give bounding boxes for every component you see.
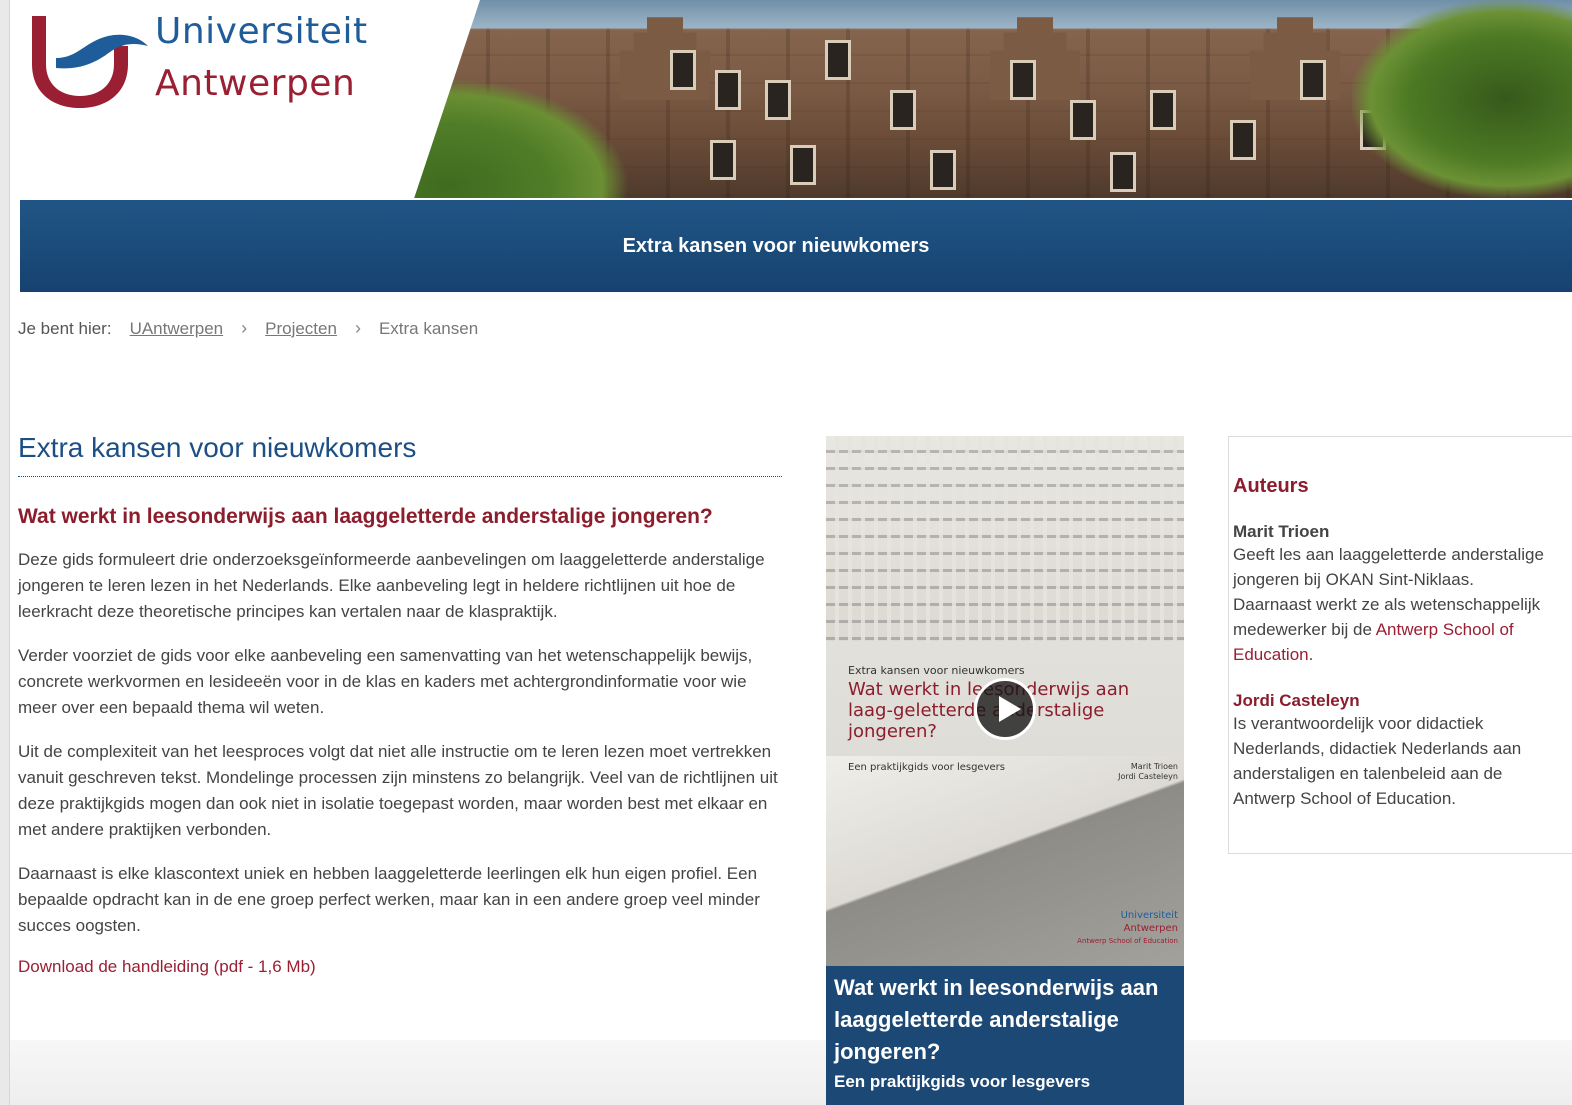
page-banner: Extra kansen voor nieuwkomers: [20, 200, 1572, 292]
window: [765, 80, 791, 120]
uantwerpen-logo-icon: [32, 16, 148, 108]
breadcrumb-separator-icon: ›: [241, 318, 248, 338]
window: [1300, 60, 1326, 100]
window-edge: [0, 0, 10, 1105]
video-caption[interactable]: Wat werkt in leesonderwijs aan laaggelet…: [834, 972, 1178, 1094]
main-content: Extra kansen voor nieuwkomers Wat werkt …: [18, 432, 782, 977]
building-gable: [1250, 17, 1340, 100]
window: [890, 90, 916, 130]
window: [1010, 60, 1036, 100]
cover-logo-line-2: Antwerpen: [1123, 923, 1178, 934]
antwerp-school-link[interactable]: Antwerp School of: [1376, 620, 1514, 639]
breadcrumb: Je bent hier: UAntwerpen › Projecten › E…: [18, 318, 478, 339]
video-caption-subtitle: Een praktijkgids voor lesgevers: [834, 1072, 1091, 1091]
author-bio-line: anderstaligen en talenbeleid aan de: [1233, 764, 1503, 783]
footer-band: [10, 1040, 826, 1105]
authors-box: Auteurs Marit Trioen Geeft les aan laagg…: [1228, 436, 1572, 854]
window: [790, 145, 816, 185]
author-bio-period: .: [1308, 645, 1314, 664]
banner-title: Extra kansen voor nieuwkomers: [622, 234, 930, 257]
breadcrumb-current: Extra kansen: [378, 318, 479, 338]
video-thumbnail[interactable]: Extra kansen voor nieuwkomers Wat werkt …: [826, 436, 1184, 966]
letter-cards-image: [826, 436, 1184, 641]
section-subtitle: Wat werkt in leesonderwijs aan laaggelet…: [18, 505, 713, 528]
paragraph-3: Uit de complexiteit van het leesproces v…: [18, 742, 778, 839]
author-bio-line: Nederlands, didactiek Nederlands aan: [1233, 739, 1522, 758]
breadcrumb-separator-icon: ›: [354, 318, 361, 338]
author-bio-line-with-link: medewerker bij de Antwerp School of: [1233, 617, 1572, 642]
author-jordi-casteleyn: Jordi Casteleyn Is verantwoordelijk voor…: [1233, 691, 1572, 811]
author-bio-line: Antwerp School of Education.: [1233, 789, 1457, 808]
author-bio: Is verantwoordelijk voor didactiek Neder…: [1233, 711, 1572, 811]
window: [1110, 152, 1136, 192]
author-bio-line: jongeren bij OKAN Sint-Niklaas.: [1233, 570, 1474, 589]
window: [1070, 100, 1096, 140]
site-header: Universiteit Antwerpen: [10, 0, 1572, 198]
window: [715, 70, 741, 110]
paragraph-1: Deze gids formuleert drie onderzoeksgeïn…: [18, 550, 765, 621]
breadcrumb-link-uantwerpen[interactable]: UAntwerpen: [130, 319, 224, 339]
logo-wordmark: Universiteit Antwerpen: [155, 6, 368, 110]
author-bio-text: medewerker bij de: [1233, 620, 1376, 639]
cover-logo: Universiteit Antwerpen Antwerp School of…: [1077, 909, 1178, 948]
page-title: Extra kansen voor nieuwkomers: [18, 432, 782, 477]
author-name: Jordi Casteleyn: [1233, 691, 1360, 710]
video-caption-title: Wat werkt in leesonderwijs aan laaggelet…: [834, 975, 1159, 1064]
cover-authors: Marit Trioen Jordi Casteleyn: [1118, 762, 1178, 782]
authors-heading: Auteurs: [1233, 475, 1309, 497]
author-bio-line: Education.: [1233, 642, 1572, 667]
cover-logo-line-3: Antwerp School of Education: [1077, 937, 1178, 945]
author-bio-line: Geeft les aan laaggeletterde anderstalig…: [1233, 545, 1544, 564]
header-photo-building: [370, 0, 1572, 198]
logo-panel[interactable]: Universiteit Antwerpen: [10, 0, 480, 198]
paragraph-4: Daarnaast is elke klascontext uniek en h…: [18, 864, 760, 935]
window: [825, 40, 851, 80]
building-gable: [620, 17, 710, 100]
window: [670, 50, 696, 90]
video-card[interactable]: Extra kansen voor nieuwkomers Wat werkt …: [826, 436, 1184, 1105]
logo-line-2: Antwerpen: [155, 63, 356, 104]
window: [930, 150, 956, 190]
footer-band: [1184, 1040, 1572, 1105]
breadcrumb-link-projecten[interactable]: Projecten: [265, 319, 337, 339]
window: [710, 140, 736, 180]
cover-author-2: Jordi Casteleyn: [1118, 772, 1178, 781]
play-icon[interactable]: [974, 678, 1036, 740]
cover-author-1: Marit Trioen: [1130, 762, 1178, 771]
author-bio-line: Daarnaast werkt ze als wetenschappelijk: [1233, 595, 1541, 614]
paragraph-2: Verder voorziet de gids voor elke aanbev…: [18, 646, 753, 717]
antwerp-school-link-cont[interactable]: Education: [1233, 645, 1309, 664]
breadcrumb-label: Je bent hier:: [18, 318, 112, 338]
author-bio-line: Is verantwoordelijk voor didactiek: [1233, 714, 1484, 733]
window: [1150, 90, 1176, 130]
author-marit-trioen: Marit Trioen Geeft les aan laaggeletterd…: [1233, 522, 1572, 667]
download-manual-link[interactable]: Download de handleiding (pdf - 1,6 Mb): [18, 957, 316, 977]
cover-logo-line-1: Universiteit: [1120, 910, 1178, 921]
author-name: Marit Trioen: [1233, 522, 1330, 541]
window: [1230, 120, 1256, 160]
cover-series: Extra kansen voor nieuwkomers: [848, 664, 1025, 677]
logo-line-1: Universiteit: [155, 11, 368, 52]
tree-right: [1352, 0, 1572, 198]
author-bio: Geeft les aan laaggeletterde anderstalig…: [1233, 542, 1572, 667]
